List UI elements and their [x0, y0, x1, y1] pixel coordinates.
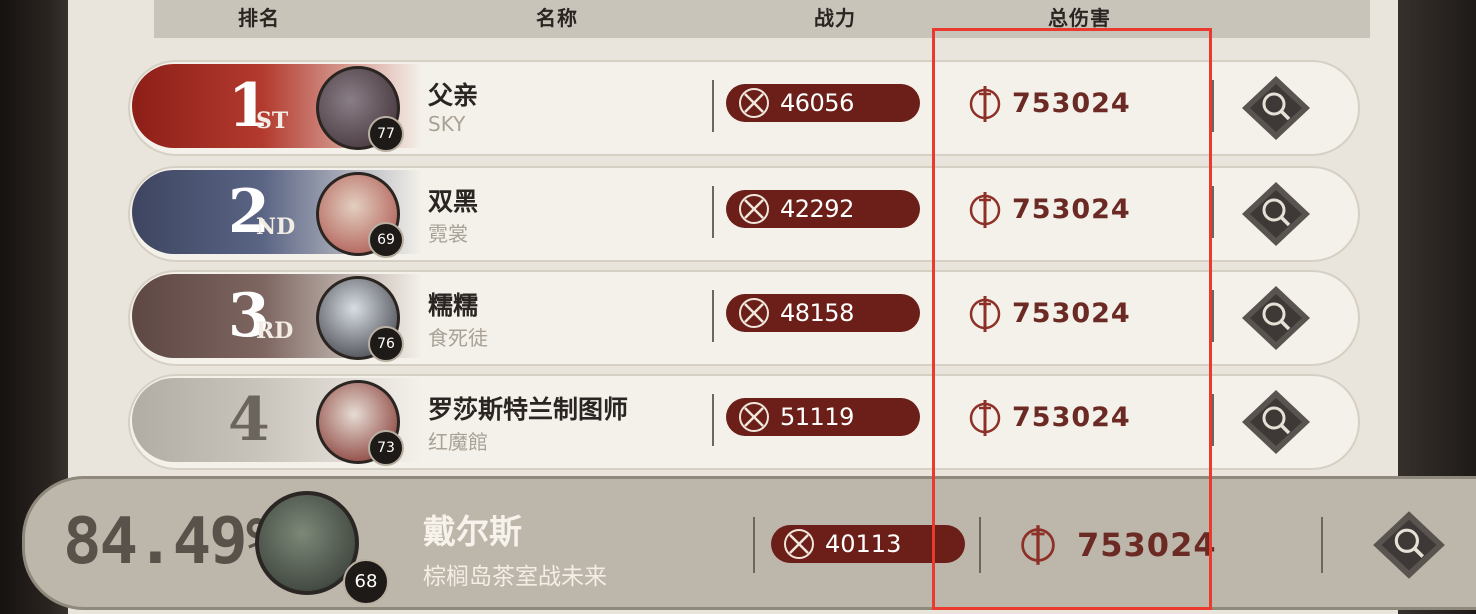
leaderboard-row-4[interactable]: 4 73 罗莎斯特兰制图师 红魔館 51119 753024	[128, 374, 1360, 470]
inspect-button[interactable]	[1240, 180, 1312, 248]
divider	[1212, 186, 1214, 238]
power-pill: 48158	[726, 294, 920, 332]
divider	[712, 186, 714, 238]
player-name: 父亲	[428, 81, 479, 110]
level-badge: 76	[368, 326, 404, 362]
total-damage-value: 753024	[1012, 298, 1131, 329]
rank-suffix: ST	[256, 108, 289, 134]
dagger-shield-icon	[969, 400, 1001, 436]
power-value: 42292	[780, 195, 854, 223]
level-badge: 77	[368, 116, 404, 152]
guild-name: 霓裳	[428, 222, 468, 246]
power-pill: 46056	[726, 84, 920, 122]
crossed-swords-icon	[739, 88, 769, 118]
inspect-button[interactable]	[1240, 284, 1312, 352]
my-power-pill: 40113	[771, 525, 965, 563]
inspect-button[interactable]	[1240, 74, 1312, 142]
divider	[1212, 394, 1214, 446]
divider	[712, 290, 714, 342]
level-badge: 73	[368, 430, 404, 466]
dagger-shield-icon	[969, 86, 1001, 122]
leaderboard-row-2[interactable]: 2 ND 69 双黑 霓裳 42292 753024	[128, 166, 1360, 262]
player-name: 双黑	[428, 187, 479, 216]
total-damage-value: 753024	[1012, 194, 1131, 225]
divider	[753, 517, 755, 573]
rank-suffix: ND	[256, 214, 296, 240]
divider	[979, 517, 981, 573]
my-name: 戴尔斯	[423, 512, 522, 551]
my-power-value: 40113	[825, 530, 902, 558]
total-damage-value: 753024	[1012, 402, 1131, 433]
player-name: 糯糯	[428, 291, 479, 320]
level-badge: 69	[368, 222, 404, 258]
dagger-shield-icon	[1021, 525, 1055, 565]
my-level-badge: 68	[343, 559, 389, 605]
guild-name: 红魔館	[428, 430, 488, 454]
header-name: 名称	[536, 6, 578, 30]
leaderboard-row-3[interactable]: 3 RD 76 糯糯 食死徒 48158 753024	[128, 270, 1360, 366]
guild-name: 食死徒	[428, 326, 488, 350]
divider	[1321, 517, 1323, 573]
my-rank-row[interactable]: 84.49% 68 戴尔斯 棕榈岛茶室战未来 40113 753024	[22, 476, 1476, 610]
divider	[1212, 80, 1214, 132]
power-pill: 51119	[726, 398, 920, 436]
my-total-damage-value: 753024	[1077, 526, 1217, 564]
total-damage-value: 753024	[1012, 88, 1131, 119]
divider	[712, 394, 714, 446]
power-value: 51119	[780, 403, 854, 431]
crossed-swords-icon	[739, 298, 769, 328]
crossed-swords-icon	[739, 194, 769, 224]
rank-suffix: RD	[256, 318, 294, 344]
power-value: 46056	[780, 89, 854, 117]
header-rank: 排名	[238, 6, 280, 30]
rank-number: 4	[228, 385, 270, 455]
power-pill: 42292	[726, 190, 920, 228]
header-total-damage: 总伤害	[1048, 6, 1111, 30]
leaderboard-row-1[interactable]: 1 ST 77 父亲 SKY 46056 753024	[128, 60, 1360, 156]
guild-name: SKY	[428, 112, 466, 136]
divider	[1212, 290, 1214, 342]
crossed-swords-icon	[739, 402, 769, 432]
my-rank-percent: 84.49%	[63, 505, 284, 579]
power-value: 48158	[780, 299, 854, 327]
my-inspect-button[interactable]	[1371, 509, 1447, 581]
divider	[712, 80, 714, 132]
crossed-swords-icon	[784, 529, 814, 559]
player-name: 罗莎斯特兰制图师	[428, 395, 629, 424]
my-guild: 棕榈岛茶室战未来	[423, 564, 607, 590]
leaderboard-header: 排名 名称 战力 总伤害	[154, 0, 1370, 38]
inspect-button[interactable]	[1240, 388, 1312, 456]
dagger-shield-icon	[969, 192, 1001, 228]
dagger-shield-icon	[969, 296, 1001, 332]
header-power: 战力	[814, 6, 856, 30]
